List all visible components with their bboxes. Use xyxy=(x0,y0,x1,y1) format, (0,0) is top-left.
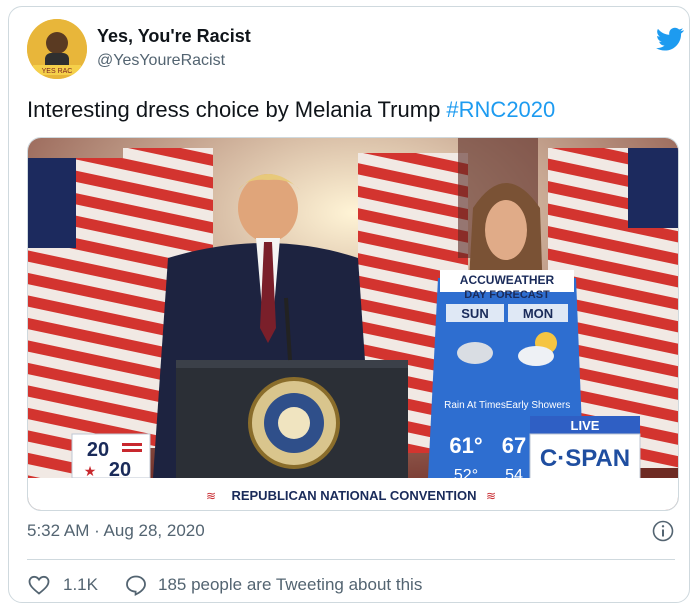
handle[interactable]: @YesYoureRacist xyxy=(97,52,225,70)
twitter-bird-icon[interactable] xyxy=(654,25,686,53)
avatar[interactable]: YES RAC xyxy=(27,19,87,79)
media-image: ACCUWEATHER DAY FORECAST SUN MON Rain At… xyxy=(28,138,678,510)
forecast-temp2: 67 xyxy=(502,433,526,458)
heart-icon[interactable] xyxy=(27,573,51,597)
forecast-day1: SUN xyxy=(461,306,488,321)
display-name[interactable]: Yes, You're Racist xyxy=(97,26,251,47)
logo-top: 20 xyxy=(87,439,109,461)
like-count[interactable]: 1.1K xyxy=(63,575,98,595)
forecast-title: DAY FORECAST xyxy=(464,289,550,301)
forecast-cond1: Rain At Times xyxy=(444,400,506,411)
reply-bubble-icon[interactable] xyxy=(124,573,148,597)
tweeting-about-link[interactable]: 185 people are Tweeting about this xyxy=(158,575,422,595)
avatar-badge-text: YES RAC xyxy=(42,68,73,75)
forecast-temp1: 61° xyxy=(449,433,482,458)
tweet-card: YES RAC Yes, You're Racist @YesYoureRaci… xyxy=(8,6,690,603)
tweet-text: Interesting dress choice by Melania Trum… xyxy=(27,97,555,123)
live-label: LIVE xyxy=(571,418,600,433)
info-icon[interactable] xyxy=(652,520,674,542)
forecast-day2: MON xyxy=(523,306,553,321)
banner-text: REPUBLICAN NATIONAL CONVENTION xyxy=(231,488,476,503)
divider xyxy=(27,559,675,560)
tweet-body: Interesting dress choice by Melania Trum… xyxy=(27,97,447,122)
logo-bottom: 20 xyxy=(109,459,131,481)
forecast-brand: ACCUWEATHER xyxy=(460,273,555,287)
forecast-cond2: Early Showers xyxy=(506,400,570,411)
cspan-logo: C·SPAN xyxy=(540,445,630,472)
action-bar: 1.1K 185 people are Tweeting about this xyxy=(27,573,422,597)
timestamp[interactable]: 5:32 AM · Aug 28, 2020 xyxy=(27,521,205,541)
svg-text:≋: ≋ xyxy=(206,489,216,503)
hashtag-link[interactable]: #RNC2020 xyxy=(446,97,555,122)
svg-text:★: ★ xyxy=(84,464,97,480)
svg-text:≋: ≋ xyxy=(486,489,496,503)
tweet-media[interactable]: ACCUWEATHER DAY FORECAST SUN MON Rain At… xyxy=(27,137,679,511)
